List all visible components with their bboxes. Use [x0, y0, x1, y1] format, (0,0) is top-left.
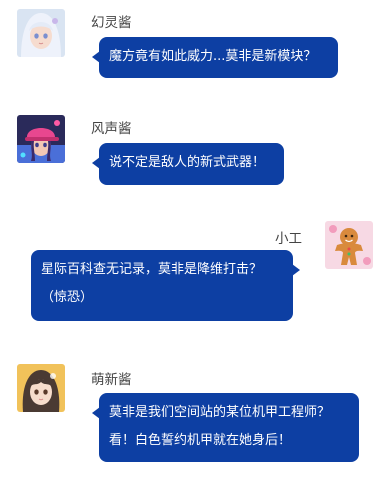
- message-bubble[interactable]: 莫非是我们空间站的某位机甲工程师？ 看！白色誓约机甲就在她身后！: [92, 393, 359, 462]
- message-text: （惊恐）: [41, 290, 94, 305]
- message-bubble[interactable]: 星际百科查无记录，莫非是降维打击？ （惊恐）: [31, 250, 300, 321]
- avatar[interactable]: [17, 9, 65, 57]
- sender-name: 风声酱: [91, 121, 132, 137]
- message-text: 莫非是我们空间站的某位机甲工程师？: [109, 405, 331, 420]
- message-text: 魔方竟有如此威力...莫非是新模块？: [109, 49, 317, 64]
- anime-girl-pink-cap-avatar-icon: [17, 115, 65, 163]
- avatar[interactable]: [17, 115, 65, 163]
- message-text: 说不定是敌人的新式武器！: [109, 155, 266, 170]
- anime-girl-dark-hair-avatar-icon: [17, 364, 65, 412]
- message-text: 看！白色誓约机甲就在她身后！: [109, 433, 292, 448]
- message-bubble[interactable]: 魔方竟有如此威力...莫非是新模块？: [92, 37, 338, 78]
- gingerbread-man-avatar-icon: [325, 221, 373, 269]
- avatar[interactable]: [17, 364, 65, 412]
- anime-girl-white-hair-avatar-icon: [17, 9, 65, 57]
- sender-name: 幻灵酱: [91, 15, 132, 31]
- message-text: 星际百科查无记录，莫非是降维打击？: [41, 262, 263, 277]
- message-bubble[interactable]: 说不定是敌人的新式武器！: [92, 143, 284, 185]
- avatar[interactable]: [325, 221, 373, 269]
- sender-name: 萌新酱: [91, 372, 132, 388]
- sender-name: 小工: [275, 231, 302, 247]
